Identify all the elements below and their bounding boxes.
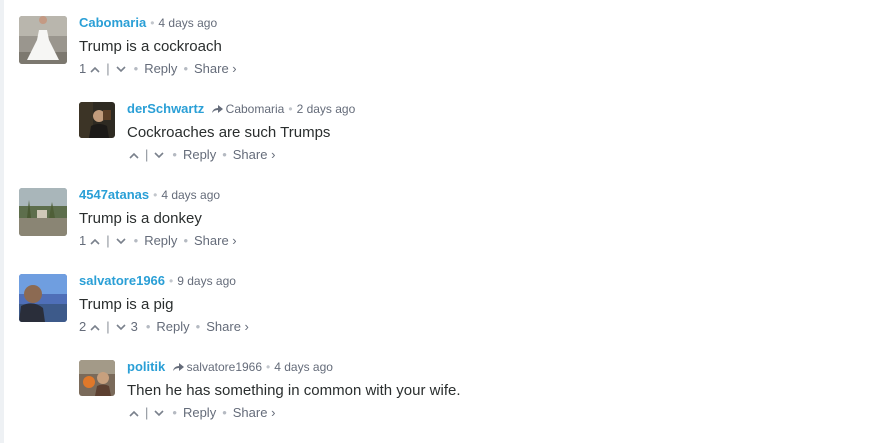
meta-separator: • <box>169 274 174 288</box>
action-separator: • <box>222 405 227 420</box>
meta-separator: • <box>150 16 155 30</box>
avatar[interactable] <box>19 188 67 236</box>
upvote-count: 1 <box>79 61 87 76</box>
downvote-button[interactable] <box>152 148 166 162</box>
comment-text: Cockroaches are such Trumps <box>127 124 331 141</box>
comment-text: Then he has something in common with you… <box>127 382 461 399</box>
parent-author-link[interactable]: salvatore1966 <box>187 360 262 374</box>
downvote-button[interactable] <box>114 320 128 334</box>
action-separator: • <box>183 233 188 248</box>
avatar[interactable] <box>19 16 67 64</box>
action-separator: • <box>222 147 227 162</box>
action-separator: • <box>133 61 139 76</box>
meta-separator: • <box>288 102 293 116</box>
chevron-up-icon <box>90 238 100 245</box>
action-separator: • <box>183 61 188 76</box>
reply-button[interactable]: Reply <box>156 319 189 335</box>
comment-thread: Cabomaria • 4 days ago Trump is a cockroac… <box>0 0 872 443</box>
author-link[interactable]: 4547atanas <box>79 187 149 202</box>
upvote-button[interactable] <box>127 148 141 162</box>
chevron-down-icon <box>116 237 126 244</box>
chevron-down-icon <box>116 323 126 330</box>
comment-reply: derSchwartz Cabomaria • 2 days ago Cockroa… <box>79 102 355 163</box>
chevron-up-icon <box>90 324 100 331</box>
chevron-up-icon <box>90 66 100 73</box>
timestamp[interactable]: 4 days ago <box>158 16 217 30</box>
share-button[interactable]: Share › <box>194 61 237 77</box>
vote-divider: | <box>106 233 110 248</box>
downvote-button[interactable] <box>114 62 128 76</box>
comment: salvatore1966 • 9 days ago Trump is a pig … <box>19 274 249 335</box>
action-separator: • <box>145 319 151 334</box>
share-button[interactable]: Share › <box>194 233 237 249</box>
share-button[interactable]: Share › <box>233 405 276 421</box>
action-separator: • <box>172 147 177 162</box>
reply-button[interactable]: Reply <box>144 233 177 249</box>
reply-arrow-icon <box>211 105 223 113</box>
upvote-count: 1 <box>79 233 87 248</box>
comment-text: Trump is a donkey <box>79 210 202 227</box>
vote-divider: | <box>145 405 149 420</box>
timestamp[interactable]: 4 days ago <box>274 360 333 374</box>
timestamp[interactable]: 9 days ago <box>177 274 236 288</box>
downvote-button[interactable] <box>152 406 166 420</box>
parent-author-link[interactable]: Cabomaria <box>226 102 285 116</box>
avatar[interactable] <box>79 102 115 138</box>
upvote-button[interactable] <box>88 234 102 248</box>
downvote-count: 3 <box>130 319 138 334</box>
reply-button[interactable]: Reply <box>183 405 216 421</box>
upvote-button[interactable] <box>88 320 102 334</box>
share-button[interactable]: Share › <box>233 147 276 163</box>
meta-separator: • <box>266 360 271 374</box>
chevron-down-icon <box>154 409 164 416</box>
author-link[interactable]: salvatore1966 <box>79 273 165 288</box>
comment-text: Trump is a pig <box>79 296 174 313</box>
comment: 4547atanas • 4 days ago Trump is a donkey … <box>19 188 237 249</box>
author-link[interactable]: derSchwartz <box>127 101 204 116</box>
author-link[interactable]: politik <box>127 359 165 374</box>
action-separator: • <box>195 319 201 334</box>
vote-divider: | <box>106 61 110 76</box>
chevron-down-icon <box>154 151 164 158</box>
chevron-down-icon <box>116 65 126 72</box>
upvote-button[interactable] <box>127 406 141 420</box>
author-link[interactable]: Cabomaria <box>79 15 146 30</box>
reply-arrow-icon <box>172 363 184 371</box>
timestamp[interactable]: 4 days ago <box>161 188 220 202</box>
meta-separator: • <box>153 188 158 202</box>
chevron-up-icon <box>129 152 139 159</box>
share-button[interactable]: Share › <box>206 319 249 335</box>
vote-divider: | <box>145 147 149 162</box>
downvote-button[interactable] <box>114 234 128 248</box>
vote-divider: | <box>106 319 110 334</box>
upvote-count: 2 <box>79 319 87 334</box>
avatar[interactable] <box>79 360 115 396</box>
upvote-button[interactable] <box>88 62 102 76</box>
comment: Cabomaria • 4 days ago Trump is a cockroac… <box>19 16 237 77</box>
action-separator: • <box>133 233 139 248</box>
chevron-up-icon <box>129 410 139 417</box>
action-separator: • <box>172 405 177 420</box>
avatar[interactable] <box>19 274 67 322</box>
reply-button[interactable]: Reply <box>144 61 177 77</box>
comment-text: Trump is a cockroach <box>79 38 222 55</box>
comment-reply: politik salvatore1966 • 4 days ago Then he… <box>79 360 461 421</box>
reply-button[interactable]: Reply <box>183 147 216 163</box>
timestamp[interactable]: 2 days ago <box>297 102 356 116</box>
